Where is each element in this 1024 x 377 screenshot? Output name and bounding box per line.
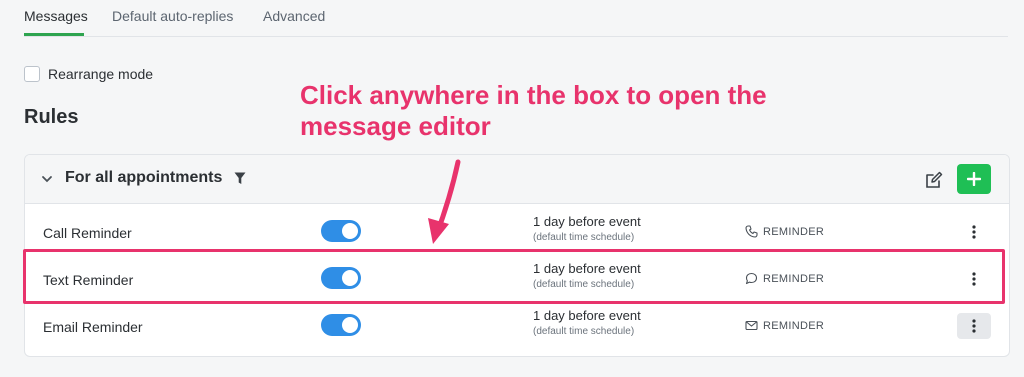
tab-messages[interactable]: Messages (24, 8, 88, 24)
rule-type: REMINDER (745, 272, 824, 285)
rule-enabled-toggle[interactable] (321, 267, 361, 289)
more-vertical-icon (972, 225, 976, 239)
filter-icon[interactable] (234, 172, 246, 185)
tab-bar: Messages Default auto-replies Advanced (24, 0, 1008, 37)
rule-timing: 1 day before event (default time schedul… (533, 214, 641, 243)
rule-type-label: REMINDER (763, 319, 825, 332)
rule-type: REMINDER (745, 319, 824, 332)
more-vertical-icon (972, 272, 976, 286)
plus-icon (967, 172, 981, 186)
rule-name: Email Reminder (43, 319, 143, 335)
rule-type-label: REMINDER (763, 225, 825, 238)
rule-timing: 1 day before event (default time schedul… (533, 261, 641, 290)
timing-note: (default time schedule) (533, 279, 635, 290)
rule-timing: 1 day before event (default time schedul… (533, 308, 641, 337)
annotation-callout: Click anywhere in the box to open the me… (300, 80, 767, 141)
rule-row-email-reminder[interactable]: Email Reminder 1 day before event (defau… (25, 302, 1009, 349)
timing-note: (default time schedule) (533, 326, 635, 337)
rule-group-card: For all appointments Call Reminder 1 day… (24, 154, 1010, 357)
timing-text: 1 day before event (533, 308, 641, 323)
more-vertical-icon (972, 319, 976, 333)
page-title: Rules (24, 106, 79, 128)
rule-row-call-reminder[interactable]: Call Reminder 1 day before event (defaul… (25, 208, 1009, 255)
rule-group-title: For all appointments (65, 169, 223, 186)
add-rule-button[interactable] (957, 164, 991, 194)
envelope-icon (745, 320, 758, 331)
rearrange-mode-control[interactable]: Rearrange mode (24, 66, 153, 82)
rearrange-mode-label: Rearrange mode (48, 66, 154, 82)
rule-group-header[interactable]: For all appointments (25, 155, 1009, 204)
rule-type: REMINDER (745, 225, 824, 238)
chevron-down-icon[interactable] (41, 173, 53, 185)
timing-text: 1 day before event (533, 261, 641, 276)
rule-row-text-reminder[interactable]: Text Reminder 1 day before event (defaul… (25, 255, 1009, 302)
chat-bubble-icon (745, 272, 758, 285)
rule-more-menu-button[interactable] (957, 266, 991, 292)
rule-name: Text Reminder (43, 272, 134, 288)
rule-name: Call Reminder (43, 225, 132, 241)
rule-more-menu-button[interactable] (957, 313, 991, 339)
rule-type-label: REMINDER (763, 272, 825, 285)
tab-advanced[interactable]: Advanced (263, 8, 325, 24)
edit-icon[interactable] (923, 169, 945, 191)
rule-enabled-toggle[interactable] (321, 314, 361, 336)
rule-enabled-toggle[interactable] (321, 220, 361, 242)
rearrange-mode-checkbox[interactable] (24, 66, 40, 82)
tab-default-auto-replies[interactable]: Default auto-replies (112, 8, 233, 24)
active-tab-indicator (24, 33, 84, 36)
rule-more-menu-button[interactable] (957, 219, 991, 245)
phone-icon (745, 225, 758, 238)
timing-text: 1 day before event (533, 214, 641, 229)
timing-note: (default time schedule) (533, 232, 635, 243)
